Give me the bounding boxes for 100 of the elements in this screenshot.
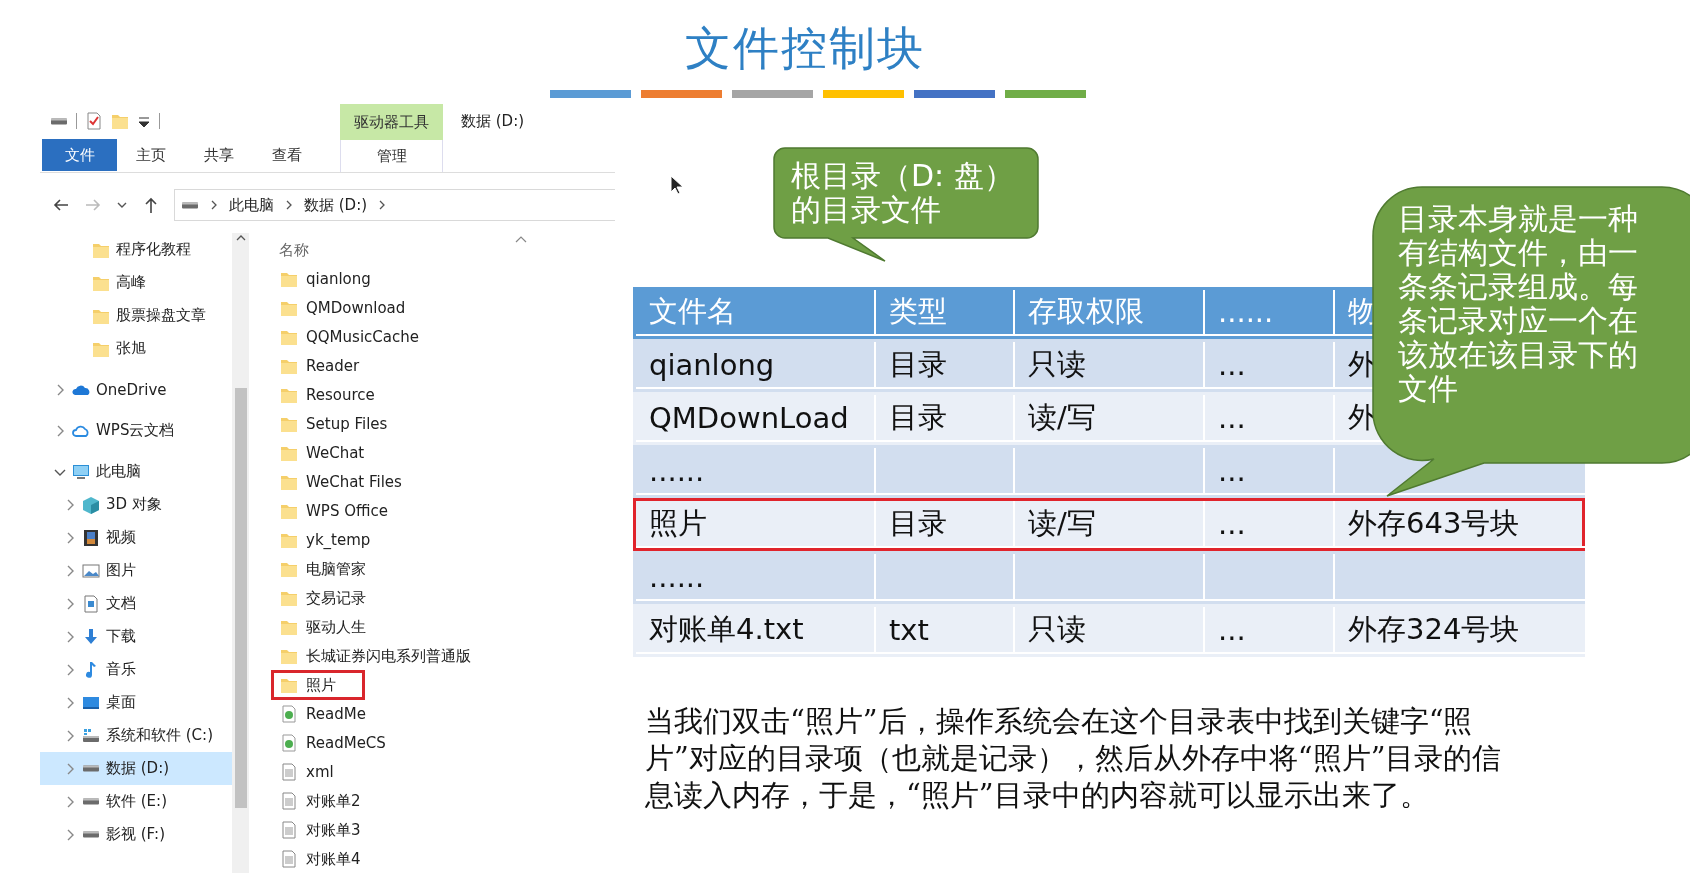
nav-item[interactable]: 文档 xyxy=(40,587,232,620)
text-file-icon xyxy=(280,763,298,781)
file-item[interactable]: WeChat Files xyxy=(271,467,431,497)
folder-icon xyxy=(280,618,298,636)
drive-icon[interactable] xyxy=(50,117,68,125)
folder-icon xyxy=(280,531,298,549)
file-item[interactable]: 照片 xyxy=(271,670,365,700)
web-file-icon xyxy=(280,734,298,752)
file-item[interactable]: WPS Office xyxy=(271,496,417,526)
file-item[interactable]: xml xyxy=(271,757,363,787)
text-file-icon xyxy=(280,821,298,839)
nav-item[interactable]: 桌面 xyxy=(40,686,232,719)
table-cell: ... xyxy=(1218,400,1246,435)
nav-item[interactable]: 视频 xyxy=(40,521,232,554)
table-cell-text: 照片 xyxy=(649,504,707,542)
table-cell: QMDownLoad xyxy=(649,400,849,435)
drive-icon xyxy=(82,831,100,838)
address-bar[interactable]: 此电脑 数据 (D:) xyxy=(174,189,615,221)
table-cell-text: 读/写 xyxy=(1028,398,1096,436)
file-item[interactable]: ReadMeCS xyxy=(271,728,415,758)
nav-item[interactable]: 下载 xyxy=(40,620,232,653)
nav-item[interactable]: 图片 xyxy=(40,554,232,587)
column-header: ...... xyxy=(1205,290,1335,336)
nav-item[interactable]: 影视 (F:) xyxy=(40,818,232,851)
ribbon-tab[interactable]: 查看 xyxy=(253,139,321,171)
file-item[interactable]: QQMusicCache xyxy=(271,322,448,352)
cube-icon xyxy=(82,495,100,514)
web-file-icon xyxy=(280,705,298,723)
monitor-icon xyxy=(72,462,90,481)
text-file-icon xyxy=(280,850,298,868)
file-item[interactable]: 长城证券闪电系列普通版 xyxy=(271,641,500,671)
speech-bubble: 目录本身就是一种有结构文件，由一条条记录组成。每条记录对应一个在该放在该目录下的文件 xyxy=(1372,186,1690,498)
ribbon-tab[interactable]: 管理 xyxy=(340,140,443,172)
table-cell-text: 对账单4.txt xyxy=(649,610,804,648)
file-item[interactable]: qianlong xyxy=(271,264,400,294)
file-item[interactable]: 电脑管家 xyxy=(271,554,395,584)
table-cell-text: 读/写 xyxy=(1028,504,1096,542)
column-header: 文件名 xyxy=(636,290,876,336)
file-item[interactable]: WeChat xyxy=(271,438,394,468)
breadcrumb[interactable]: 数据 (D:) xyxy=(304,195,368,215)
nav-item[interactable]: 3D 对象 xyxy=(40,488,232,521)
nav-item[interactable]: 高峰 xyxy=(40,266,232,299)
table-cell-text: 外存324号块 xyxy=(1348,610,1520,648)
window-title: 数据 (D:) xyxy=(461,112,525,131)
folder-icon xyxy=(280,560,298,578)
table-cell: ...... xyxy=(649,453,705,488)
column-header: 存取权限 xyxy=(1015,290,1205,336)
nav-item[interactable]: 此电脑 xyxy=(40,455,232,488)
nav-item[interactable]: 数据 (D:) xyxy=(40,752,232,785)
breadcrumb[interactable]: 此电脑 xyxy=(229,195,274,215)
chevron-icon xyxy=(284,199,294,211)
file-item[interactable]: 对账单2 xyxy=(271,786,390,816)
folder-icon xyxy=(280,328,298,346)
file-item[interactable]: 驱动人生 xyxy=(271,612,395,642)
table-cell: ... xyxy=(1218,612,1246,647)
file-item[interactable]: ReadMe xyxy=(271,699,395,729)
file-item[interactable]: yk_temp xyxy=(271,525,400,555)
nav-item[interactable]: 系统和软件 (C:) xyxy=(40,719,232,752)
scroll-up-icon xyxy=(234,233,247,243)
folder-icon xyxy=(280,270,298,288)
film-icon xyxy=(82,528,100,547)
file-item[interactable]: Setup Files xyxy=(271,409,417,439)
ribbon-tab[interactable]: 共享 xyxy=(185,139,253,171)
folder-icon xyxy=(280,415,298,433)
nav-item[interactable]: OneDrive xyxy=(40,373,232,406)
nav-item[interactable]: 软件 (E:) xyxy=(40,785,232,818)
folder-icon xyxy=(280,647,298,665)
file-item[interactable]: 交易记录 xyxy=(271,583,395,613)
contextual-tab-label: 驱动器工具 xyxy=(340,104,443,140)
column-header[interactable]: 名称 xyxy=(279,241,309,260)
nav-item[interactable]: 股票操盘文章 xyxy=(40,299,232,332)
download-icon xyxy=(82,627,100,646)
nav-item[interactable]: 程序化教程 xyxy=(40,233,232,266)
folder-icon xyxy=(280,444,298,462)
file-item[interactable]: 对账单4 xyxy=(271,844,390,873)
document-icon xyxy=(82,594,100,613)
speech-bubble: 根目录（D: 盘）的目录文件 xyxy=(773,147,1039,263)
column-header: 类型 xyxy=(876,290,1015,336)
ribbon-tab[interactable]: 主页 xyxy=(117,139,185,171)
table-cell: txt xyxy=(889,612,929,647)
text-file-icon xyxy=(280,792,298,810)
folder-icon xyxy=(280,473,298,491)
file-item[interactable]: Reader xyxy=(271,351,389,381)
file-item[interactable]: 对账单3 xyxy=(271,815,390,845)
nav-item[interactable]: WPS云文档 xyxy=(40,414,232,447)
file-item[interactable]: Resource xyxy=(271,380,404,410)
table-cell-text: 只读 xyxy=(1028,610,1086,648)
explanation-paragraph: 当我们双击“照片”后，操作系统会在这个目录表中找到关键字“照片”对应的目录项（也就是记录），然后从外存中将“照片”目录的信息读入内存，于是，“照片”目录中的内容就可以显示出来了。 xyxy=(645,703,1503,814)
nav-item[interactable]: 音乐 xyxy=(40,653,232,686)
table-cell-text: 只读 xyxy=(1028,345,1086,383)
folder-icon xyxy=(280,386,298,404)
nav-item[interactable]: 张旭 xyxy=(40,332,232,365)
table-cell: ...... xyxy=(649,559,705,594)
properties-icon[interactable] xyxy=(85,112,103,130)
table-cell: ... xyxy=(1218,453,1246,488)
file-item[interactable]: QMDownload xyxy=(271,293,435,323)
dropdown-icon[interactable] xyxy=(137,114,151,128)
drive-icon xyxy=(82,726,100,745)
scrollbar-thumb[interactable] xyxy=(234,388,247,808)
file-menu-tab[interactable]: 文件 xyxy=(42,139,117,171)
